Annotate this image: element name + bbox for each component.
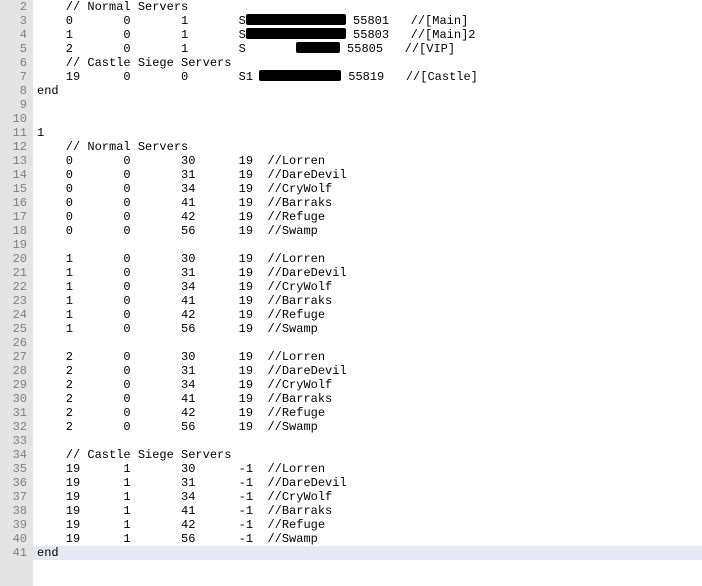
- code-line[interactable]: 2 0 30 19 //Lorren: [33, 350, 702, 364]
- code-line[interactable]: 1 0 31 19 //DareDevil: [33, 266, 702, 280]
- code-line[interactable]: 2 0 41 19 //Barraks: [33, 392, 702, 406]
- line-number: 11: [0, 126, 27, 140]
- code-line[interactable]: [33, 112, 702, 126]
- code-line[interactable]: 0 0 34 19 //CryWolf: [33, 182, 702, 196]
- code-line[interactable]: 19 1 34 -1 //CryWolf: [33, 490, 702, 504]
- redacted-text: [259, 70, 341, 81]
- line-number: 34: [0, 448, 27, 462]
- code-line[interactable]: 2 0 31 19 //DareDevil: [33, 364, 702, 378]
- code-line[interactable]: 0 0 42 19 //Refuge: [33, 210, 702, 224]
- code-line[interactable]: end: [33, 546, 702, 560]
- code-line[interactable]: 19 1 41 -1 //Barraks: [33, 504, 702, 518]
- code-line[interactable]: 2 0 42 19 //Refuge: [33, 406, 702, 420]
- code-line[interactable]: 19 1 42 -1 //Refuge: [33, 518, 702, 532]
- line-number: 32: [0, 420, 27, 434]
- code-line[interactable]: 1 0 41 19 //Barraks: [33, 294, 702, 308]
- line-number: 35: [0, 462, 27, 476]
- line-number: 38: [0, 504, 27, 518]
- code-line[interactable]: end: [33, 84, 702, 98]
- code-line[interactable]: [33, 238, 702, 252]
- code-line[interactable]: 1 0 34 19 //CryWolf: [33, 280, 702, 294]
- code-line[interactable]: 19 1 56 -1 //Swamp: [33, 532, 702, 546]
- redacted-text: [246, 28, 346, 39]
- code-line[interactable]: 2 0 34 19 //CryWolf: [33, 378, 702, 392]
- line-number: 30: [0, 392, 27, 406]
- line-number: 3: [0, 14, 27, 28]
- code-line[interactable]: 19 0 0 S1 55819 //[Castle]: [33, 70, 702, 84]
- code-line[interactable]: 19 1 31 -1 //DareDevil: [33, 476, 702, 490]
- code-line[interactable]: 2 0 56 19 //Swamp: [33, 420, 702, 434]
- line-number: 31: [0, 406, 27, 420]
- code-line[interactable]: 0 0 41 19 //Barraks: [33, 196, 702, 210]
- code-line[interactable]: 0 0 56 19 //Swamp: [33, 224, 702, 238]
- line-number: 7: [0, 70, 27, 84]
- line-number: 15: [0, 182, 27, 196]
- line-number: 33: [0, 434, 27, 448]
- code-line[interactable]: // Castle Siege Servers: [33, 448, 702, 462]
- code-line[interactable]: 1 0 56 19 //Swamp: [33, 322, 702, 336]
- line-number: 26: [0, 336, 27, 350]
- line-number: 16: [0, 196, 27, 210]
- redacted-text: [296, 42, 340, 53]
- code-line[interactable]: // Normal Servers: [33, 0, 702, 14]
- line-number: 20: [0, 252, 27, 266]
- line-number: 2: [0, 0, 27, 14]
- line-number: 18: [0, 224, 27, 238]
- code-line[interactable]: [33, 98, 702, 112]
- line-number: 17: [0, 210, 27, 224]
- code-line[interactable]: 0 0 1 S 55801 //[Main]: [33, 14, 702, 28]
- line-number: 4: [0, 28, 27, 42]
- line-number: 8: [0, 84, 27, 98]
- line-number: 24: [0, 308, 27, 322]
- line-number: 27: [0, 350, 27, 364]
- code-line[interactable]: 1 0 42 19 //Refuge: [33, 308, 702, 322]
- line-number: 21: [0, 266, 27, 280]
- line-number: 36: [0, 476, 27, 490]
- line-number: 9: [0, 98, 27, 112]
- line-number: 39: [0, 518, 27, 532]
- line-number: 13: [0, 154, 27, 168]
- line-number-gutter: 2345678910111213141516171819202122232425…: [0, 0, 33, 586]
- code-line[interactable]: 1: [33, 126, 702, 140]
- code-line[interactable]: 1 0 1 S 55803 //[Main]2: [33, 28, 702, 42]
- line-number: 29: [0, 378, 27, 392]
- line-number: 23: [0, 294, 27, 308]
- line-number: 6: [0, 56, 27, 70]
- line-number: 5: [0, 42, 27, 56]
- line-number: 14: [0, 168, 27, 182]
- line-number: 40: [0, 532, 27, 546]
- code-line[interactable]: 0 0 31 19 //DareDevil: [33, 168, 702, 182]
- redacted-text: [246, 14, 346, 25]
- line-number: 19: [0, 238, 27, 252]
- line-number: 12: [0, 140, 27, 154]
- code-line[interactable]: // Castle Siege Servers: [33, 56, 702, 70]
- code-line[interactable]: [33, 336, 702, 350]
- line-number: 37: [0, 490, 27, 504]
- code-line[interactable]: 2 0 1 S 55805 //[VIP]: [33, 42, 702, 56]
- line-number: 28: [0, 364, 27, 378]
- code-line[interactable]: // Normal Servers: [33, 140, 702, 154]
- code-line[interactable]: [33, 434, 702, 448]
- line-number: 22: [0, 280, 27, 294]
- code-line[interactable]: 19 1 30 -1 //Lorren: [33, 462, 702, 476]
- line-number: 25: [0, 322, 27, 336]
- code-line[interactable]: 0 0 30 19 //Lorren: [33, 154, 702, 168]
- code-area[interactable]: // Normal Servers 0 0 1 S 55801 //[Main]…: [33, 0, 702, 586]
- line-number: 10: [0, 112, 27, 126]
- code-line[interactable]: 1 0 30 19 //Lorren: [33, 252, 702, 266]
- line-number: 41: [0, 546, 27, 560]
